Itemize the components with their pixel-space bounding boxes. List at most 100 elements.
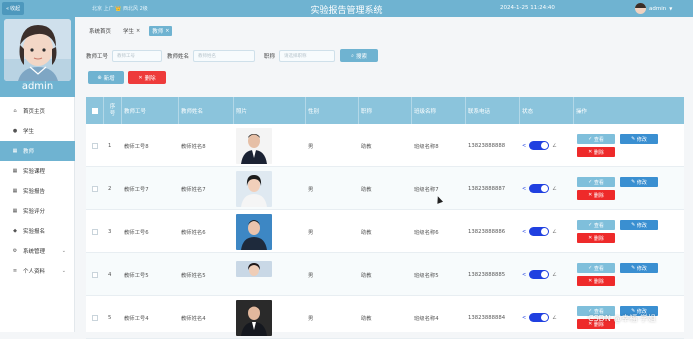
teacher-name-label: 教师姓名 bbox=[167, 53, 190, 60]
view-button[interactable]: ✓ 查看 bbox=[577, 220, 615, 230]
user-menu[interactable]: admin ▼ bbox=[635, 3, 672, 14]
profile-name: admin bbox=[21, 81, 54, 92]
row-ops: ✓ 查看 ✎ 修改 ✕ 删除 bbox=[577, 124, 658, 167]
tab-label: 教师 bbox=[152, 29, 164, 35]
teacher-photo[interactable] bbox=[236, 299, 272, 336]
search-button[interactable]: ⌕ 搜索 bbox=[340, 49, 379, 62]
row-gender: 男 bbox=[308, 143, 314, 150]
tab-home[interactable]: 系统首页 bbox=[86, 26, 114, 36]
sidebar-item-enroll[interactable]: ◆ 实验报名 bbox=[0, 221, 75, 241]
delete-button[interactable]: ✕ 删除 bbox=[577, 276, 615, 286]
delete-label: 删除 bbox=[593, 278, 604, 285]
header-teacher-name[interactable]: 教师姓名 bbox=[179, 97, 234, 124]
status-toggle[interactable] bbox=[529, 141, 550, 150]
add-button[interactable]: ⊕ 新增 bbox=[88, 71, 124, 84]
tab-teachers[interactable]: 教师 × bbox=[149, 26, 173, 36]
check-icon: ✓ bbox=[588, 179, 593, 185]
row-index: 2 bbox=[108, 185, 112, 192]
edit-button[interactable]: ✎ 修改 bbox=[620, 220, 658, 230]
row-teacher-name: 教师姓名7 bbox=[181, 186, 206, 193]
sidebar-item-label: 系统管理 bbox=[23, 249, 46, 255]
row-ops: ✓ 查看 ✎ 修改 ✕ 删除 bbox=[577, 167, 658, 210]
close-icon: ✕ bbox=[588, 278, 593, 284]
view-button[interactable]: ✓ 查看 bbox=[577, 134, 615, 144]
teacher-photo[interactable] bbox=[236, 127, 272, 164]
teacher-photo[interactable] bbox=[236, 170, 272, 207]
status-toggle[interactable] bbox=[529, 184, 550, 193]
sidebar-item-grading[interactable]: ▦ 实验评分 bbox=[0, 201, 75, 221]
close-icon[interactable]: × bbox=[136, 28, 140, 34]
view-button[interactable]: ✓ 查看 bbox=[577, 263, 615, 273]
sidebar-item-profile[interactable]: ≡ 个人资料 ⌄ bbox=[0, 261, 75, 281]
row-teacher-name: 教师姓名5 bbox=[181, 272, 206, 279]
profile-card: admin bbox=[0, 17, 75, 97]
status-toggle[interactable] bbox=[529, 270, 550, 279]
row-checkbox[interactable] bbox=[92, 228, 98, 235]
status-toggle[interactable] bbox=[529, 313, 550, 322]
row-checkbox[interactable] bbox=[92, 314, 98, 321]
row-status: < ∠ bbox=[522, 210, 557, 253]
sidebar-item-system[interactable]: ⚙ 系统管理 ⌄ bbox=[0, 241, 75, 261]
tab-students[interactable]: 学生 × bbox=[120, 26, 143, 36]
sidebar-item-teachers[interactable]: ▦ 教师 bbox=[0, 141, 75, 161]
header-phone[interactable]: 联系电话 bbox=[466, 97, 520, 124]
share-icon: < bbox=[522, 228, 527, 235]
datetime: 2024-1-25 11:24:40 bbox=[500, 5, 555, 11]
share-icon: < bbox=[522, 185, 527, 192]
edit-button[interactable]: ✎ 修改 bbox=[620, 177, 658, 187]
user-avatar bbox=[635, 3, 646, 14]
edit-icon: ✎ bbox=[631, 222, 636, 228]
header-ops-label: 操作 bbox=[576, 108, 588, 115]
edit-button[interactable]: ✎ 修改 bbox=[620, 134, 658, 144]
title-select[interactable]: 请选择职称 bbox=[279, 49, 336, 62]
row-title: 助教 bbox=[361, 229, 372, 236]
row-checkbox[interactable] bbox=[92, 185, 98, 192]
gear-icon: ⚙ bbox=[12, 248, 18, 254]
sidebar-item-courses[interactable]: ▦ 实验课程 bbox=[0, 161, 75, 181]
edit-button[interactable]: ✎ 修改 bbox=[620, 263, 658, 273]
delete-button[interactable]: ✕ 删除 bbox=[577, 147, 615, 157]
row-index: 3 bbox=[108, 228, 112, 235]
close-icon[interactable]: × bbox=[165, 28, 169, 34]
row-teacher-id: 教师工号6 bbox=[124, 229, 149, 236]
row-teacher-id: 教师工号7 bbox=[124, 186, 149, 193]
teacher-id-input[interactable]: 教师工号 bbox=[112, 49, 163, 62]
row-gender: 男 bbox=[308, 315, 314, 322]
row-title: 助教 bbox=[361, 186, 372, 193]
header-teacher-id[interactable]: 教师工号 bbox=[122, 97, 179, 124]
delete-button[interactable]: ✕ 删除 bbox=[577, 233, 615, 243]
row-checkbox[interactable] bbox=[92, 271, 98, 278]
row-phone: 13823888888 bbox=[468, 142, 506, 149]
close-icon: ✕ bbox=[588, 192, 593, 198]
edit-label: 修改 bbox=[636, 179, 647, 186]
header-title[interactable]: 职称 bbox=[359, 97, 412, 124]
row-status: < ∠ bbox=[522, 253, 557, 296]
status-toggle[interactable] bbox=[529, 227, 550, 236]
row-phone: 13823888884 bbox=[468, 314, 506, 321]
teacher-name-input[interactable]: 教师姓名 bbox=[193, 49, 256, 62]
view-button[interactable]: ✓ 查看 bbox=[577, 177, 615, 187]
sidebar-item-reports[interactable]: ▦ 实验报告 bbox=[0, 181, 75, 201]
header-select-all[interactable] bbox=[86, 97, 104, 124]
header-class[interactable]: 班级名称 bbox=[412, 97, 466, 124]
teacher-photo[interactable] bbox=[236, 260, 272, 277]
check-icon: ✓ bbox=[588, 136, 593, 142]
sidebar-item-home[interactable]: ⌂ 首页主页 bbox=[0, 101, 75, 121]
delete-label: 删除 bbox=[593, 235, 604, 242]
batch-delete-label: 删除 bbox=[144, 75, 156, 82]
header-photo[interactable]: 照片 bbox=[234, 97, 306, 124]
sidebar-item-label: 实验课程 bbox=[23, 169, 46, 175]
select-all-checkbox[interactable] bbox=[91, 107, 98, 114]
check-icon: ✓ bbox=[588, 222, 593, 228]
row-checkbox[interactable] bbox=[92, 142, 98, 149]
header-gender[interactable]: 性别 bbox=[306, 97, 359, 124]
batch-delete-button[interactable]: ✕ 删除 bbox=[128, 71, 166, 84]
header-status[interactable]: 状态 bbox=[520, 97, 574, 124]
header-index[interactable]: 序号 bbox=[104, 97, 122, 124]
teacher-photo[interactable] bbox=[236, 213, 272, 250]
row-phone: 13823888886 bbox=[468, 228, 506, 235]
sidebar-item-students[interactable]: ● 学生 bbox=[0, 121, 75, 141]
row-photo-cell bbox=[236, 253, 272, 296]
delete-button[interactable]: ✕ 删除 bbox=[577, 190, 615, 200]
share-icon: < bbox=[522, 142, 527, 149]
